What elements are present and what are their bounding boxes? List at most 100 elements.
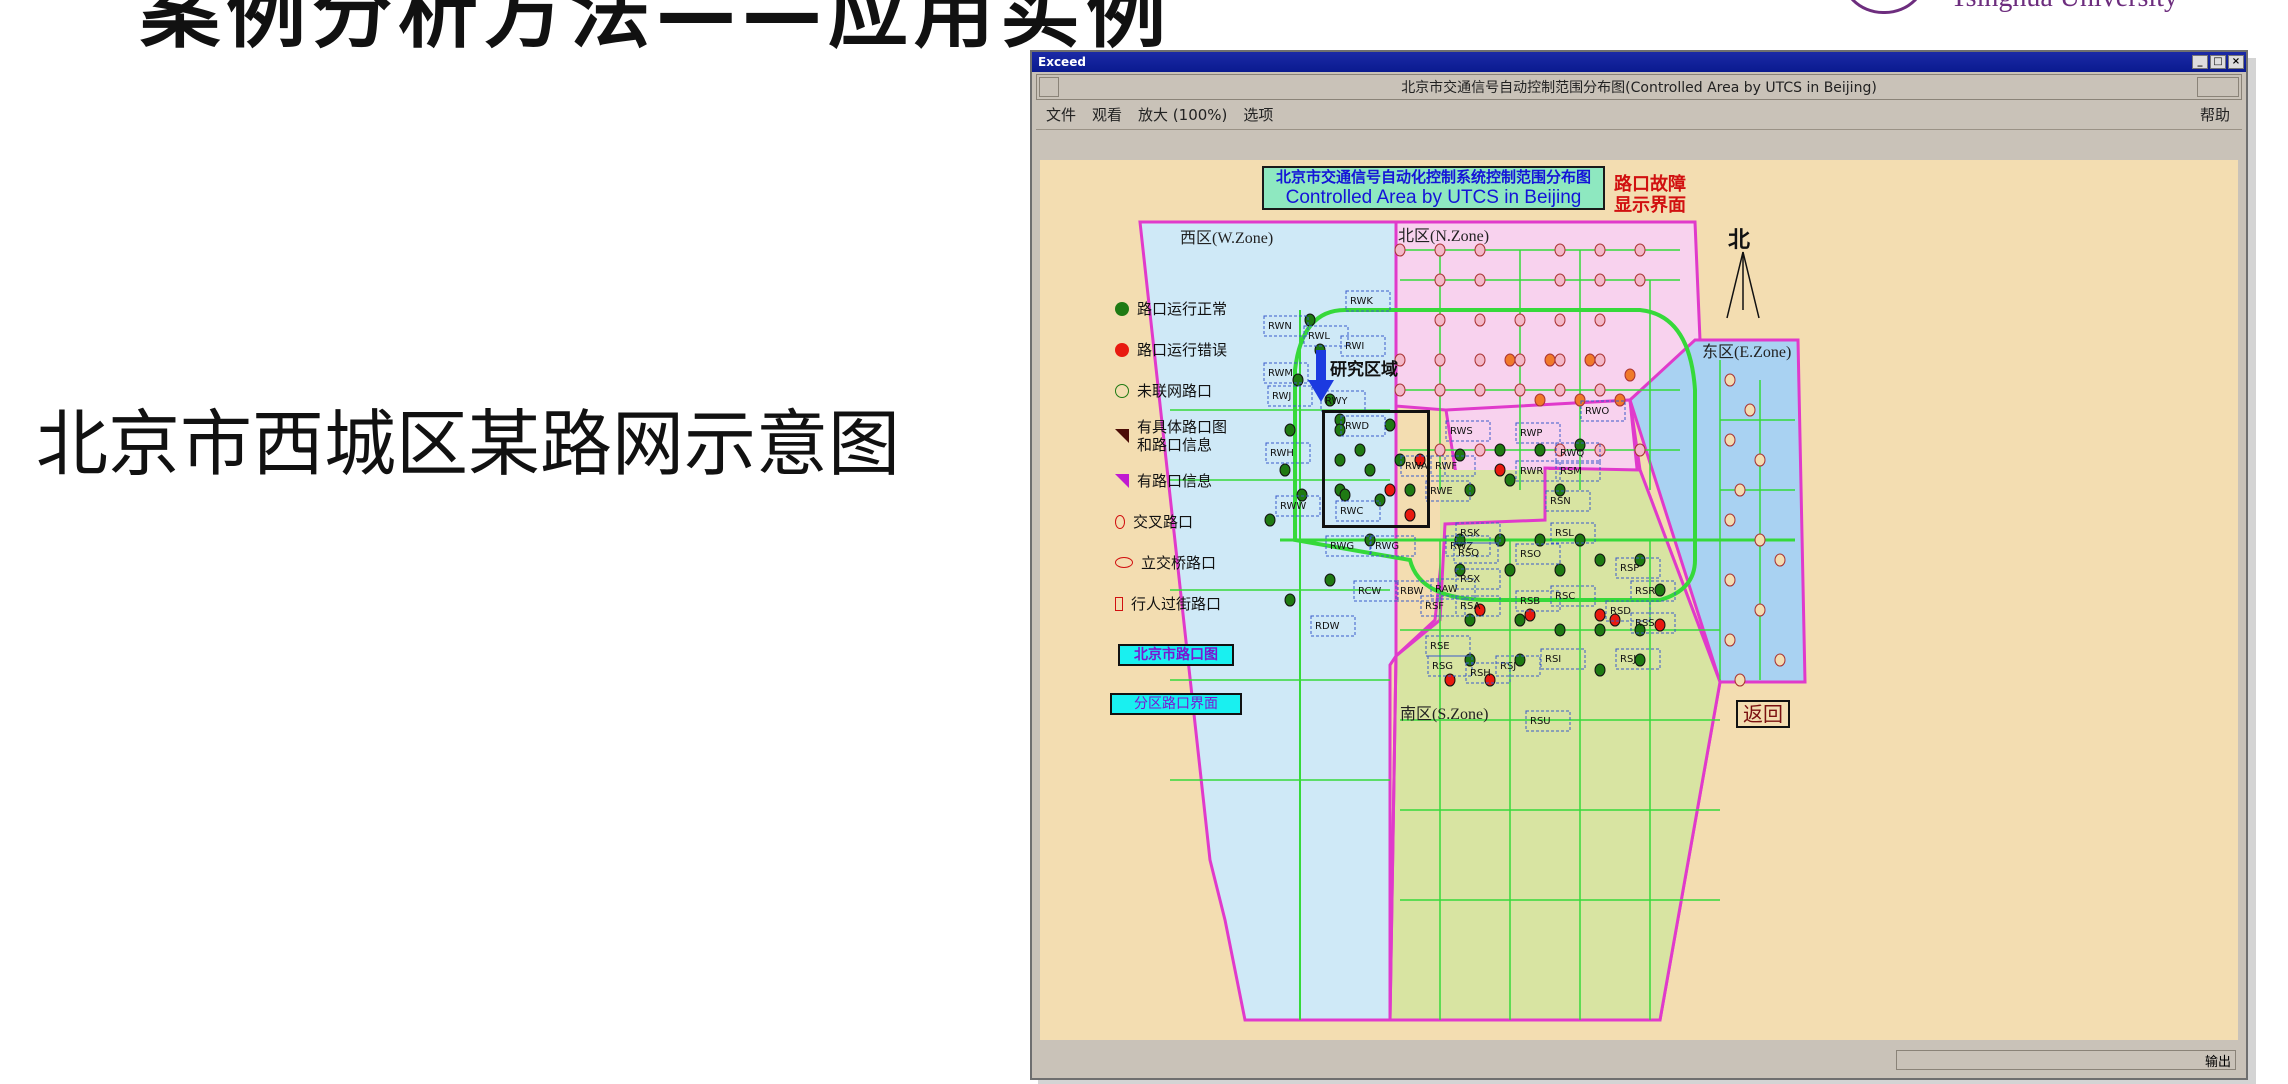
intersection-node[interactable] xyxy=(1595,354,1605,366)
intersection-node[interactable] xyxy=(1635,274,1645,286)
intersection-node-unlinked[interactable] xyxy=(1725,574,1735,586)
close-button[interactable]: × xyxy=(2228,55,2244,69)
intersection-node-unlinked[interactable] xyxy=(1775,654,1785,666)
intersection-node-unlinked[interactable] xyxy=(1735,484,1745,496)
intersection-node[interactable] xyxy=(1280,464,1290,476)
intersection-node[interactable] xyxy=(1293,374,1303,386)
menu-zoom[interactable]: 放大 (100%) xyxy=(1138,104,1227,125)
intersection-node-unlinked[interactable] xyxy=(1725,374,1735,386)
intersection-node-unlinked[interactable] xyxy=(1725,514,1735,526)
intersection-node[interactable] xyxy=(1455,449,1465,461)
statusbar: 输出 xyxy=(1040,1048,2238,1072)
intersection-node[interactable] xyxy=(1595,314,1605,326)
intersection-node-unlinked[interactable] xyxy=(1735,674,1745,686)
intersection-node-unlinked[interactable] xyxy=(1725,434,1735,446)
intersection-node-unlinked[interactable] xyxy=(1755,454,1765,466)
intersection-node[interactable] xyxy=(1265,514,1275,526)
intersection-node[interactable] xyxy=(1435,444,1445,456)
intersection-node[interactable] xyxy=(1515,384,1525,396)
intersection-node[interactable] xyxy=(1595,244,1605,256)
intersection-node-unlinked[interactable] xyxy=(1755,534,1765,546)
region-label: RWL xyxy=(1308,331,1330,342)
intersection-node-warning[interactable] xyxy=(1615,394,1625,406)
intersection-node-warning[interactable] xyxy=(1545,354,1555,366)
intersection-node[interactable] xyxy=(1435,384,1445,396)
seal-icon xyxy=(1839,0,1929,14)
intersection-node[interactable] xyxy=(1515,314,1525,326)
minimize-button[interactable]: _ xyxy=(2192,55,2208,69)
city-map-button[interactable]: 北京市路口图 xyxy=(1118,644,1234,666)
intersection-node-warning[interactable] xyxy=(1585,354,1595,366)
intersection-node[interactable] xyxy=(1435,354,1445,366)
intersection-node[interactable] xyxy=(1555,314,1565,326)
intersection-node[interactable] xyxy=(1435,274,1445,286)
intersection-node[interactable] xyxy=(1575,534,1585,546)
intersection-node[interactable] xyxy=(1555,354,1565,366)
intersection-node[interactable] xyxy=(1475,314,1485,326)
menu-file[interactable]: 文件 xyxy=(1046,104,1076,125)
intersection-node[interactable] xyxy=(1475,384,1485,396)
intersection-node[interactable] xyxy=(1535,444,1545,456)
intersection-node[interactable] xyxy=(1285,424,1295,436)
intersection-node-error[interactable] xyxy=(1595,609,1605,621)
intersection-node[interactable] xyxy=(1555,564,1565,576)
intersection-node-unlinked[interactable] xyxy=(1775,554,1785,566)
intersection-node[interactable] xyxy=(1285,594,1295,606)
study-area-box[interactable] xyxy=(1322,410,1430,528)
intersection-node[interactable] xyxy=(1495,444,1505,456)
intersection-node[interactable] xyxy=(1475,274,1485,286)
intersection-node[interactable] xyxy=(1555,384,1565,396)
intersection-node[interactable] xyxy=(1515,354,1525,366)
menu-options[interactable]: 选项 xyxy=(1243,104,1273,125)
intersection-node[interactable] xyxy=(1297,489,1307,501)
region-label: RSL xyxy=(1555,528,1574,539)
intersection-node-warning[interactable] xyxy=(1625,369,1635,381)
back-button[interactable]: 返回 xyxy=(1736,700,1790,728)
region-label: RAW xyxy=(1435,584,1458,595)
intersection-node-unlinked[interactable] xyxy=(1725,634,1735,646)
intersection-node-warning[interactable] xyxy=(1505,354,1515,366)
intersection-node[interactable] xyxy=(1655,584,1665,596)
intersection-node[interactable] xyxy=(1635,444,1645,456)
green-dot-icon xyxy=(1115,302,1129,316)
intersection-node[interactable] xyxy=(1515,614,1525,626)
map-title-en: Controlled Area by UTCS in Beijing xyxy=(1264,187,1603,208)
intersection-node[interactable] xyxy=(1635,244,1645,256)
region-label: RWM xyxy=(1268,368,1293,379)
legend-item: 路口运行错误 xyxy=(1115,329,1245,370)
intersection-node[interactable] xyxy=(1475,444,1485,456)
legend-label: 未联网路口 xyxy=(1137,380,1212,401)
intersection-node[interactable] xyxy=(1555,244,1565,256)
intersection-node[interactable] xyxy=(1555,624,1565,636)
intersection-node[interactable] xyxy=(1555,274,1565,286)
intersection-node-warning[interactable] xyxy=(1535,394,1545,406)
intersection-node[interactable] xyxy=(1555,484,1565,496)
intersection-node-unlinked[interactable] xyxy=(1755,604,1765,616)
window-menu-button[interactable] xyxy=(1039,77,1059,97)
intersection-node[interactable] xyxy=(1475,354,1485,366)
region-label: RSK xyxy=(1460,528,1480,539)
menu-help[interactable]: 帮助 xyxy=(2200,104,2230,125)
intersection-node[interactable] xyxy=(1435,314,1445,326)
intersection-node-error[interactable] xyxy=(1655,619,1665,631)
intersection-node-error[interactable] xyxy=(1495,464,1505,476)
intersection-node[interactable] xyxy=(1325,574,1335,586)
intersection-node[interactable] xyxy=(1595,664,1605,676)
slide: 案例分析方法——应用实例 Tsinghua University 北京市西城区某… xyxy=(0,0,2288,1084)
intersection-node[interactable] xyxy=(1635,654,1645,666)
window-resize-buttons[interactable] xyxy=(2197,77,2239,97)
intersection-node[interactable] xyxy=(1505,474,1515,486)
intersection-node[interactable] xyxy=(1595,624,1605,636)
menu-view[interactable]: 观看 xyxy=(1092,104,1122,125)
intersection-node[interactable] xyxy=(1395,384,1405,396)
maximize-button[interactable]: □ xyxy=(2210,55,2226,69)
intersection-node[interactable] xyxy=(1595,274,1605,286)
intersection-node[interactable] xyxy=(1595,554,1605,566)
intersection-node[interactable] xyxy=(1595,384,1605,396)
intersection-node[interactable] xyxy=(1505,564,1515,576)
intersection-node-unlinked[interactable] xyxy=(1745,404,1755,416)
study-area-label: 研究区域 xyxy=(1330,355,1398,380)
zone-view-button[interactable]: 分区路口界面 xyxy=(1110,693,1242,715)
legend-label: 路口运行错误 xyxy=(1137,339,1227,360)
intersection-node-warning[interactable] xyxy=(1575,394,1585,406)
